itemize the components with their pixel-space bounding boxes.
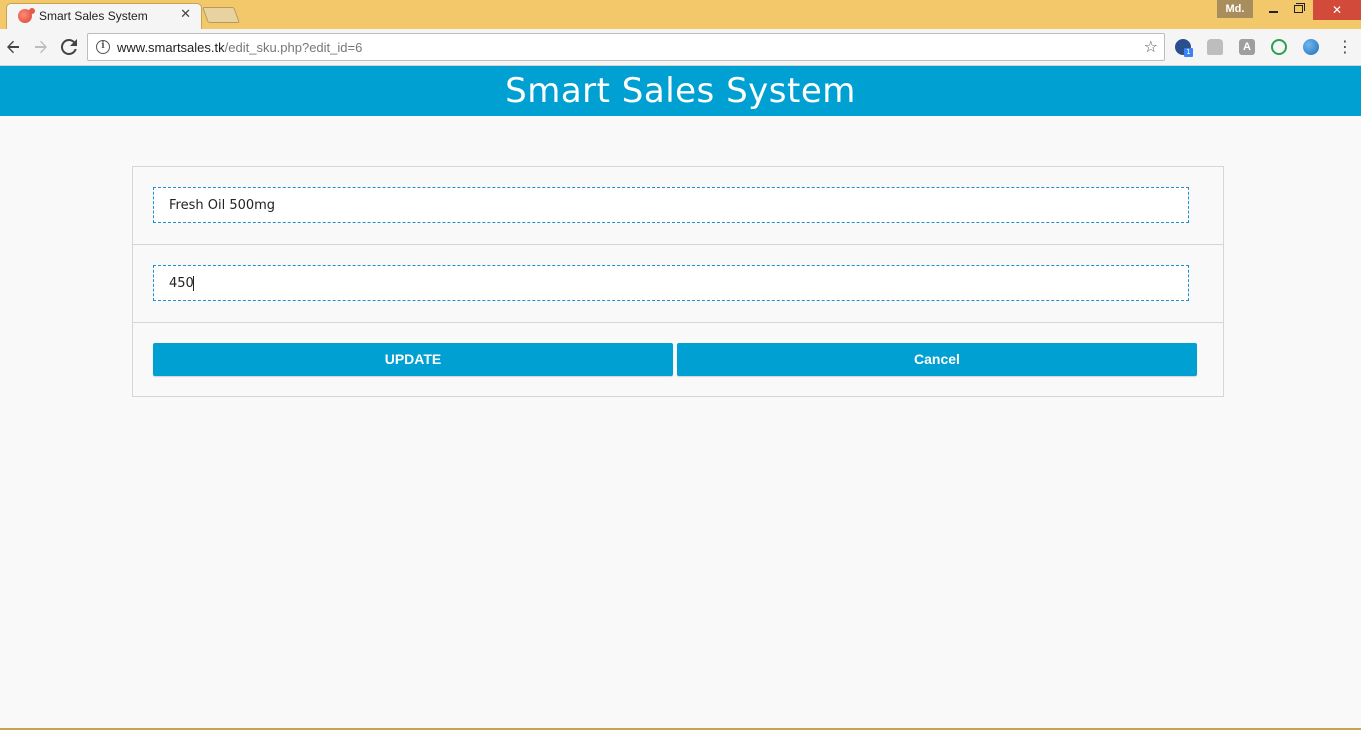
update-button[interactable]: UPDATE [153,343,673,376]
form-row-actions: UPDATE Cancel [133,323,1223,397]
new-tab-button[interactable] [202,7,240,23]
form-row-price [133,245,1223,323]
url-text: www.smartsales.tk/edit_sku.php?edit_id=6 [117,40,362,55]
url-path: /edit_sku.php?edit_id=6 [224,40,363,55]
bookmark-star-icon[interactable]: ☆ [1144,37,1158,56]
app-header: Smart Sales System [0,66,1361,116]
font-extension-icon[interactable]: A [1239,39,1255,55]
sku-price-input[interactable] [153,265,1189,301]
globe-extension-icon[interactable] [1303,39,1319,55]
minimize-button[interactable] [1259,0,1287,20]
restore-icon [1294,5,1303,13]
back-icon[interactable] [3,37,23,57]
forward-icon[interactable] [31,37,51,57]
app-favicon-icon [18,8,35,23]
address-bar[interactable]: i www.smartsales.tk/edit_sku.php?edit_id… [87,33,1165,61]
extension-icon[interactable]: 1 [1175,39,1193,57]
restore-button[interactable] [1285,0,1313,20]
info-icon[interactable]: i [96,40,110,54]
close-window-button[interactable]: ✕ [1313,0,1361,20]
browser-title-bar: Smart Sales System ✕ Md. ✕ [0,0,1361,29]
hangouts-extension-icon[interactable] [1271,39,1287,55]
cancel-button[interactable]: Cancel [677,343,1197,376]
more-vert-icon[interactable]: ⋮ [1337,38,1353,56]
form-row-name [133,167,1223,245]
close-tab-icon[interactable]: ✕ [180,7,191,22]
browser-toolbar: i www.smartsales.tk/edit_sku.php?edit_id… [0,29,1361,66]
text-caret [193,276,194,291]
page-title: Smart Sales System [505,71,856,111]
reload-icon[interactable] [59,37,79,57]
sku-name-input[interactable] [153,187,1189,223]
url-host: www.smartsales.tk [117,40,225,55]
profile-button[interactable]: Md. [1217,0,1253,18]
extension-badge: 1 [1184,48,1193,57]
browser-tab[interactable]: Smart Sales System ✕ [6,3,202,29]
android-extension-icon[interactable] [1207,39,1223,55]
edit-sku-form: UPDATE Cancel [132,166,1224,397]
minimize-icon [1269,11,1278,13]
tab-title: Smart Sales System [39,9,148,23]
